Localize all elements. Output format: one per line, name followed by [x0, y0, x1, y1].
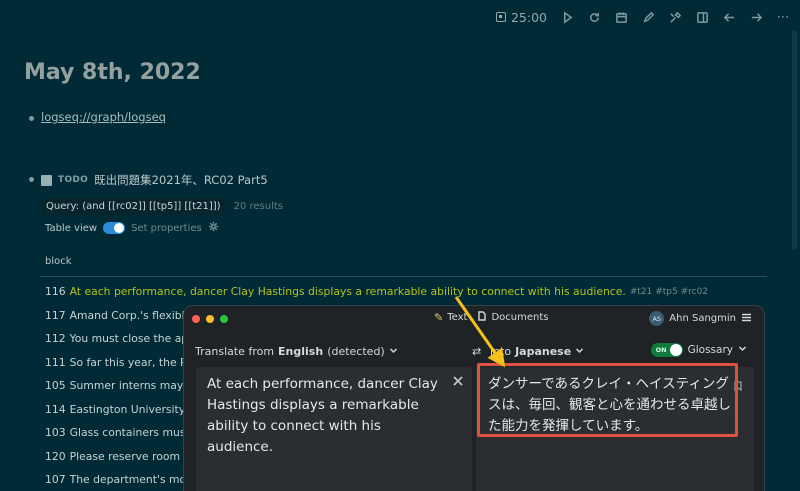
target-prefix: into [490, 345, 512, 358]
row-number: 114 [45, 402, 66, 416]
play-icon[interactable] [560, 10, 574, 24]
row-text: Summer interns may [... [69, 379, 202, 393]
row-number: 117 [45, 308, 66, 322]
block-bullet[interactable] [29, 177, 34, 182]
row-text: Glass containers must l [69, 426, 197, 440]
calendar-icon[interactable] [614, 10, 628, 24]
window-controls [192, 314, 228, 323]
swap-languages-icon[interactable]: ⇄ [472, 345, 481, 358]
source-detected: (detected) [327, 345, 385, 358]
maximize-window-button[interactable] [220, 314, 228, 323]
query-result-count: 20 results [233, 201, 283, 212]
tools-icon[interactable] [668, 10, 682, 24]
set-properties-link[interactable]: Set properties [131, 223, 202, 234]
table-view-label: Table view [45, 222, 98, 234]
timer-icon [495, 12, 506, 22]
chevron-down-icon [738, 344, 747, 356]
glossary-label: Glossary [687, 344, 733, 356]
pomodoro-timer[interactable]: 25:00 [495, 9, 547, 25]
pen-icon: ✎ [434, 311, 444, 324]
translator-tabs: ✎ Text Documents [434, 311, 548, 324]
target-language: Japanese [515, 345, 572, 358]
edit-icon[interactable] [641, 10, 655, 24]
language-bar: Translate from English (detected) ⇄ into… [184, 331, 764, 367]
row-tags[interactable]: #t21 #tp5 #rc02 [630, 287, 708, 297]
query-expression[interactable]: Query: (and [[rc02]] [[tp5]] [[t21]]) [41, 198, 226, 215]
row-number: 116 [45, 285, 66, 299]
forward-icon[interactable] [749, 10, 763, 24]
row-text: Please reserve room 20 [69, 449, 198, 463]
source-text-pane[interactable]: At each performance, dancer Clay Hasting… [196, 367, 472, 491]
source-prefix: Translate from [195, 345, 275, 358]
tab-text-label: Text [447, 312, 468, 323]
row-number: 111 [45, 355, 66, 369]
source-language: English [278, 345, 324, 358]
row-number: 105 [45, 379, 66, 393]
table-row[interactable]: 116 At each performance, dancer Clay Has… [45, 280, 765, 304]
row-number: 120 [45, 449, 66, 463]
chevron-down-icon [575, 345, 584, 358]
table-view-controls: Table view Set properties [45, 221, 219, 235]
row-number: 107 [45, 473, 66, 487]
document-icon [477, 311, 487, 324]
row-text: The department's most [69, 473, 197, 487]
close-window-button[interactable] [192, 314, 200, 323]
todo-block: TODO 既出問題集2021年、RC02 Part5 [41, 172, 268, 188]
graph-link[interactable]: logseq://graph/logseq [41, 110, 166, 124]
source-text[interactable]: At each performance, dancer Clay Hasting… [207, 374, 447, 458]
annotation-highlight-box [477, 363, 738, 437]
glossary-toggle[interactable]: ON [650, 343, 683, 357]
minimize-window-button[interactable] [206, 314, 214, 323]
user-name: Ahn Sangmin [669, 313, 736, 324]
block-bullet[interactable] [29, 116, 34, 121]
translator-titlebar[interactable]: ✎ Text Documents AS Ahn Sangmin [184, 306, 764, 331]
back-icon[interactable] [722, 10, 736, 24]
todo-marker[interactable]: TODO [58, 175, 88, 185]
row-text: Amand Corp.'s flexible v [69, 308, 202, 322]
avatar: AS [649, 311, 665, 326]
hamburger-menu-icon[interactable] [741, 312, 752, 326]
glossary-control[interactable]: ON Glossary [650, 343, 747, 357]
table-view-toggle[interactable] [103, 222, 126, 234]
query-header: Query: (and [[rc02]] [[tp5]] [[t21]]) 20… [41, 198, 283, 215]
tab-documents[interactable]: Documents [477, 311, 548, 324]
target-language-select[interactable]: into Japanese [490, 345, 584, 358]
source-language-select[interactable]: Translate from English (detected) [195, 345, 398, 358]
clear-text-icon[interactable] [452, 372, 464, 386]
todo-text[interactable]: 既出問題集2021年、RC02 Part5 [94, 172, 268, 188]
page-title: May 8th, 2022 [24, 60, 201, 85]
top-toolbar: 25:00 ⋯ [495, 6, 790, 28]
refresh-icon[interactable] [587, 10, 601, 24]
row-text-highlighted: At each performance, dancer Clay Hasting… [69, 285, 626, 299]
table-divider [40, 276, 767, 277]
chevron-down-icon [389, 345, 398, 358]
tab-text[interactable]: ✎ Text [434, 311, 467, 324]
todo-checkbox[interactable] [41, 174, 52, 186]
row-text: You must close the app [69, 332, 196, 346]
timer-label: 25:00 [510, 9, 547, 25]
user-account[interactable]: AS Ahn Sangmin [649, 311, 752, 326]
row-text: Eastington University ju [69, 402, 199, 416]
column-header-block[interactable]: block [45, 256, 72, 267]
scrollbar[interactable] [792, 30, 797, 250]
more-icon[interactable]: ⋯ [776, 10, 790, 25]
row-number: 103 [45, 426, 66, 440]
tab-documents-label: Documents [491, 312, 549, 323]
gear-icon[interactable] [208, 221, 219, 235]
row-number: 112 [45, 332, 66, 346]
sidebar-icon[interactable] [695, 10, 709, 24]
